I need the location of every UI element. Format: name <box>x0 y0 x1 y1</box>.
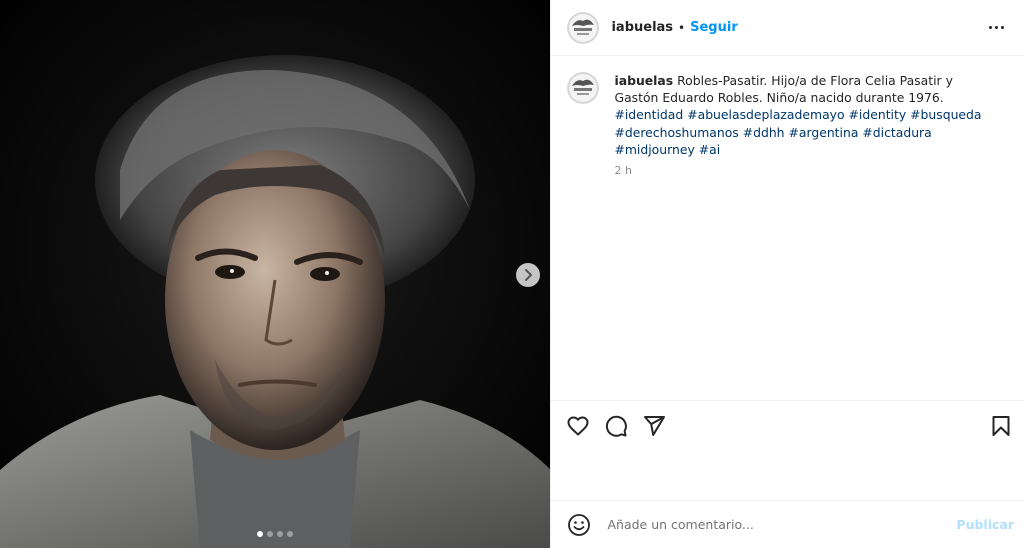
avatar[interactable] <box>567 11 600 44</box>
hashtag[interactable]: #midjourney <box>614 142 694 157</box>
action-bar <box>551 400 1024 450</box>
caption-text: iabuelas Robles-Pasatir. Hijo/a de Flora… <box>614 72 997 158</box>
follow-button[interactable]: Seguir <box>690 20 738 35</box>
hashtag[interactable]: #ddhh <box>743 125 785 140</box>
like-button[interactable] <box>565 413 591 439</box>
comments-section: iabuelas Robles-Pasatir. Hijo/a de Flora… <box>551 56 1024 402</box>
post-media <box>0 0 551 548</box>
comment-input[interactable] <box>605 516 957 533</box>
emoji-icon <box>568 513 591 536</box>
caption: iabuelas Robles-Pasatir. Hijo/a de Flora… <box>567 72 1008 158</box>
caption-avatar[interactable] <box>567 72 600 104</box>
carousel-dot <box>287 531 294 537</box>
likes-area <box>551 450 1024 500</box>
instagram-post: iabuelas • Seguir iabuelas Robles-Pasati… <box>0 0 1024 548</box>
hashtag[interactable]: #abuelasdeplazademayo <box>687 107 844 122</box>
bookmark-icon <box>992 415 1010 436</box>
publish-button[interactable]: Publicar <box>956 517 1014 532</box>
avatar-image <box>567 11 600 44</box>
hashtag[interactable]: #argentina <box>788 125 858 140</box>
post-header: iabuelas • Seguir <box>551 0 1024 56</box>
share-button[interactable] <box>641 413 667 439</box>
comment-button[interactable] <box>603 413 629 439</box>
more-horizontal-icon <box>989 26 992 29</box>
next-slide-button[interactable] <box>516 263 540 287</box>
heart-icon <box>567 416 589 435</box>
header-separator: • <box>678 20 686 35</box>
post-side-panel: iabuelas • Seguir iabuelas Robles-Pasati… <box>550 0 1024 548</box>
hashtag[interactable]: #busqueda <box>910 107 981 122</box>
chevron-right-icon <box>525 269 532 281</box>
header-username[interactable]: iabuelas <box>611 20 673 35</box>
hashtag[interactable]: #identidad <box>614 107 683 122</box>
hashtag[interactable]: #derechoshumanos <box>614 125 738 140</box>
hashtag[interactable]: #ai <box>699 142 720 157</box>
post-time[interactable]: 2 h <box>614 164 1008 177</box>
portrait-photo <box>0 0 551 548</box>
comment-icon <box>606 415 628 437</box>
send-icon <box>644 415 666 436</box>
carousel-dot <box>267 531 274 537</box>
more-options-button[interactable] <box>985 22 1008 33</box>
caption-username[interactable]: iabuelas <box>614 73 673 88</box>
emoji-button[interactable] <box>567 513 591 537</box>
hashtag[interactable]: #dictadura <box>862 125 931 140</box>
save-button[interactable] <box>988 413 1014 439</box>
avatar-image <box>567 72 600 104</box>
carousel-dot <box>277 531 284 537</box>
hashtag[interactable]: #identity <box>849 107 907 122</box>
add-comment-bar: Publicar <box>551 500 1024 548</box>
carousel-dot <box>257 531 264 537</box>
carousel-indicator <box>0 531 550 537</box>
